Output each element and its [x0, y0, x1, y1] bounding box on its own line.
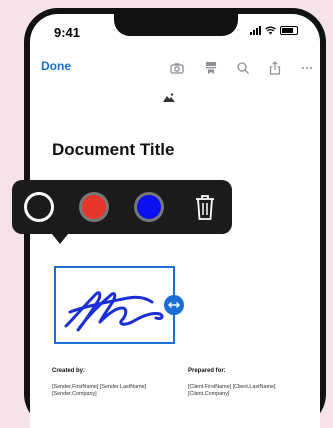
markup-toolbar: [12, 180, 232, 244]
share-icon[interactable]: [268, 61, 282, 75]
wifi-icon: [265, 26, 276, 35]
created-by-company: [Sender.Company]: [52, 391, 97, 397]
signal-icon: [250, 26, 261, 35]
bookmark-icon[interactable]: [204, 61, 218, 75]
created-by-label: Created by:: [52, 368, 86, 374]
prepared-for-company: [Client.Company]: [188, 391, 230, 397]
prepared-for-label: Prepared for:: [188, 368, 226, 374]
created-by-name: [Sender.FirstName] [Sender.LastName]: [52, 384, 147, 390]
done-button[interactable]: Done: [41, 59, 71, 73]
status-time: 9:41: [54, 25, 81, 40]
resize-handle[interactable]: [164, 295, 184, 315]
color-swatch-blue[interactable]: [134, 192, 164, 222]
mountain-icon[interactable]: [163, 93, 175, 103]
signature-box[interactable]: [54, 266, 175, 344]
document-title: Document Title: [52, 140, 175, 159]
camera-icon[interactable]: [170, 61, 184, 75]
search-icon[interactable]: [236, 61, 250, 75]
signature-drawing: [64, 291, 164, 332]
color-swatch-white[interactable]: [24, 192, 54, 222]
double-arrow-icon: [168, 302, 180, 308]
more-icon[interactable]: [300, 61, 314, 75]
toolbar: Done: [30, 58, 320, 80]
battery-icon: [280, 26, 298, 35]
status-icons: [250, 26, 298, 35]
prepared-for-name: [Client.FirstName] [Client.LastName]: [188, 384, 276, 390]
trash-icon[interactable]: [192, 192, 218, 222]
color-swatch-red[interactable]: [79, 192, 109, 222]
notch: [114, 14, 238, 36]
